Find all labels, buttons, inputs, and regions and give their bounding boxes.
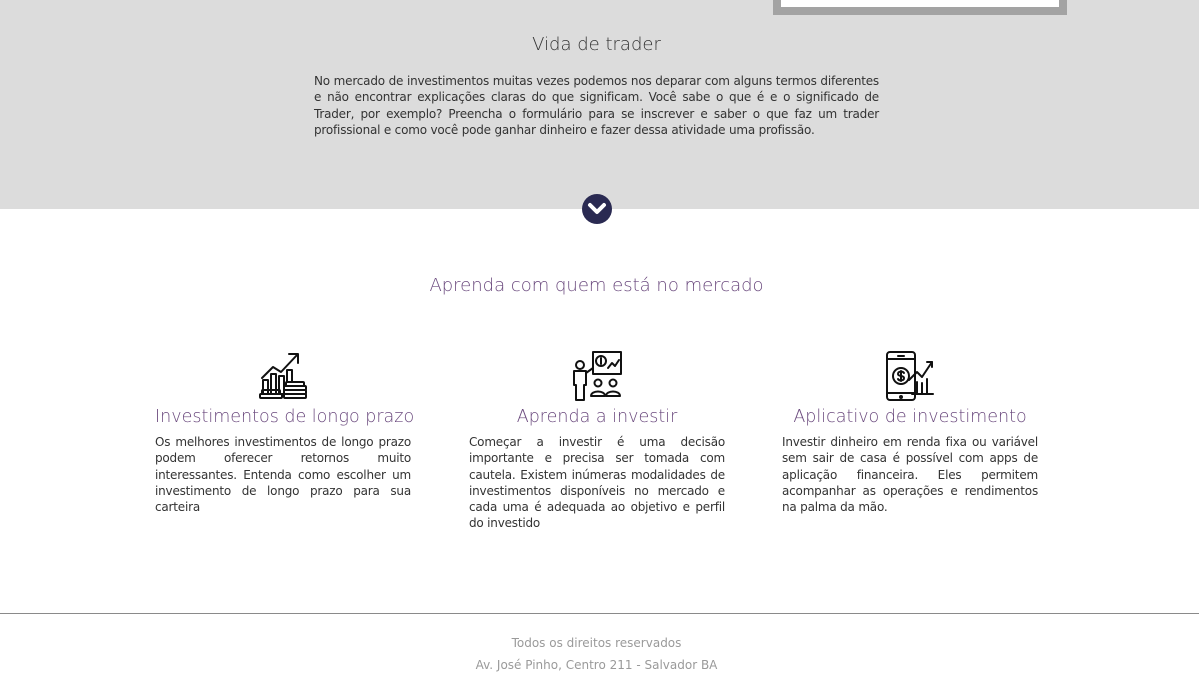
- section-title: Aprenda com quem está no mercado: [429, 275, 764, 296]
- hero-title: Vida de trader: [532, 34, 661, 55]
- hero-description: No mercado de investimentos muitas vezes…: [314, 74, 879, 137]
- feature-description: Investir dinheiro em renda fixa ou variá…: [782, 435, 1038, 515]
- feature-card: Aplicativo de investimento Investir dinh…: [782, 350, 1038, 515]
- feature-description: Os melhores investimentos de longo prazo…: [155, 435, 411, 515]
- form-frame: [773, 0, 1067, 15]
- presentation-audience-icon: [571, 350, 623, 402]
- chevron-down-icon: [588, 203, 606, 214]
- hero-section: Vida de trader No mercado de investiment…: [0, 0, 1199, 209]
- footer-rights: Todos os direitos reservados: [511, 636, 682, 650]
- mobile-app-investment-icon: [884, 350, 936, 402]
- form-frame-inner: [781, 0, 1059, 7]
- feature-title: Investimentos de longo prazo: [155, 407, 415, 427]
- footer-address: Av. José Pinho, Centro 211 - Salvador BA: [475, 658, 718, 672]
- feature-description: Começar a investir é uma decisão importa…: [469, 435, 725, 531]
- feature-card: Aprenda a investir Começar a investir é …: [469, 350, 725, 532]
- feature-card: Investimentos de longo prazo Os melhores…: [155, 350, 415, 515]
- feature-title: Aplicativo de investimento: [793, 407, 1027, 427]
- footer-divider: [0, 613, 1199, 614]
- scroll-down-button[interactable]: [582, 194, 612, 224]
- feature-title: Aprenda a investir: [516, 407, 678, 427]
- growth-chart-coins-icon: [257, 350, 309, 402]
